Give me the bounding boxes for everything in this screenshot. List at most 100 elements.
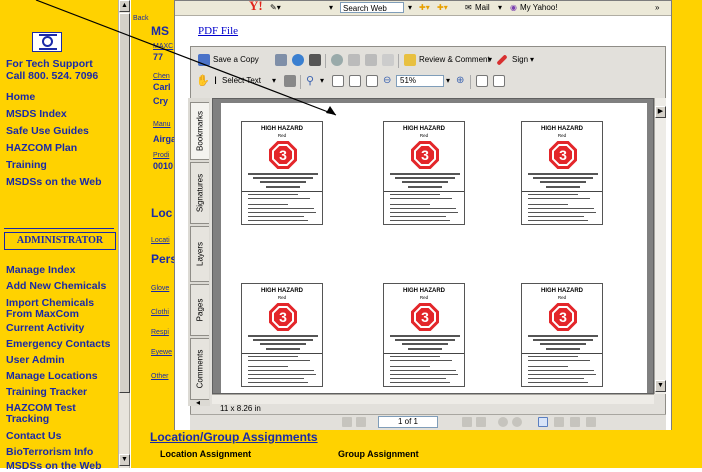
zoom-out-icon[interactable]: ⊖ <box>383 71 391 91</box>
nav-training[interactable]: Training <box>6 159 47 171</box>
facing-icon[interactable] <box>570 417 580 427</box>
maxcom-label[interactable]: MAXC <box>153 42 173 51</box>
forward-view-icon[interactable] <box>512 417 522 427</box>
nav-hazcom-plan[interactable]: HAZCOM Plan <box>6 142 77 154</box>
add-star-icon[interactable]: ✚▾ <box>437 2 448 13</box>
nav-training-tracker[interactable]: Training Tracker <box>6 386 87 398</box>
rotate-view-icon[interactable] <box>476 75 488 87</box>
search-web-button[interactable]: Search Web <box>340 2 404 13</box>
location-group-heading[interactable]: Location/Group Assignments <box>150 430 318 444</box>
scroll-up-arrow-icon[interactable]: ▲ <box>119 0 130 12</box>
back-link[interactable]: Back <box>133 14 149 23</box>
single-page-icon[interactable] <box>538 417 548 427</box>
undo-icon[interactable] <box>348 54 360 66</box>
sign-button[interactable]: Sign <box>512 50 528 70</box>
nav-add-new-chemicals[interactable]: Add New Chemicals <box>6 280 106 292</box>
divider <box>384 191 464 192</box>
nav-scrollbar[interactable]: ▲ ▼ <box>118 0 130 468</box>
last-page-icon[interactable] <box>476 417 486 427</box>
nav-import-chemicals-line2[interactable]: From MaxCom <box>6 308 79 320</box>
dropdown-arrow-icon[interactable]: ▾ <box>530 50 534 70</box>
prev-page-icon[interactable] <box>356 417 366 427</box>
other-link[interactable]: Other <box>151 372 169 381</box>
tab-layers[interactable]: Layers <box>190 226 209 282</box>
manufacturer-label[interactable]: Manu <box>153 120 171 129</box>
email-icon[interactable] <box>292 54 304 66</box>
zoom-in-plus-icon[interactable]: ⊕ <box>456 71 464 91</box>
nav-hazcom-test-line2[interactable]: Tracking <box>6 413 49 425</box>
scroll-thumb[interactable] <box>119 13 130 393</box>
clothing-link[interactable]: Clothi <box>151 308 169 317</box>
bookmark-plus-icon[interactable]: ✚▾ <box>419 2 430 13</box>
rotate-icon[interactable] <box>331 54 343 66</box>
nav-msds-on-web[interactable]: MSDSs on the Web <box>6 176 101 188</box>
gloves-link[interactable]: Glove <box>151 284 169 293</box>
chemical-label[interactable]: Chen <box>153 72 170 81</box>
nav-manage-index[interactable]: Manage Index <box>6 264 75 276</box>
continuous-facing-icon[interactable] <box>586 417 596 427</box>
location-link[interactable]: Locati <box>151 236 170 245</box>
product-label[interactable]: Prodi <box>153 151 169 160</box>
dropdown-arrow-icon[interactable]: ▾ <box>488 50 492 70</box>
actual-size-icon[interactable] <box>332 75 344 87</box>
scroll-up-arrow-icon[interactable]: ▶ <box>655 106 666 118</box>
pages-layout-icon[interactable] <box>493 75 505 87</box>
dropdown-arrow-icon[interactable]: ▾ <box>498 2 502 13</box>
dropdown-arrow-icon[interactable]: ▾ <box>320 71 324 91</box>
next-page-icon[interactable] <box>462 417 472 427</box>
my-yahoo-icon[interactable]: ◉ <box>510 2 517 13</box>
scroll-down-arrow-icon[interactable]: ▼ <box>119 454 130 466</box>
document-vscroll[interactable]: ▶ ▼ <box>654 98 666 394</box>
select-text-button[interactable]: Select Text <box>222 71 261 91</box>
text-cursor-icon[interactable]: I <box>214 71 217 91</box>
mail-icon[interactable]: ✉ <box>465 2 472 13</box>
hscroll-left-icon[interactable]: ◂ <box>196 398 208 408</box>
document-hscroll[interactable] <box>212 394 654 404</box>
save-icon[interactable] <box>198 54 210 66</box>
my-yahoo-link[interactable]: My Yahoo! <box>520 2 558 13</box>
back-view-icon[interactable] <box>498 417 508 427</box>
tab-bookmarks[interactable]: Bookmarks <box>190 102 209 160</box>
mail-link[interactable]: Mail <box>475 2 490 13</box>
hand-tool-icon[interactable]: ✋ <box>196 71 210 91</box>
dropdown-arrow-icon[interactable]: ▾ <box>446 71 450 91</box>
nav-safe-use-guides[interactable]: Safe Use Guides <box>6 125 89 137</box>
nav-emergency-contacts[interactable]: Emergency Contacts <box>6 338 110 350</box>
snapshot-icon[interactable] <box>284 75 296 87</box>
search-binoculars-icon[interactable] <box>309 54 321 66</box>
nav-manage-locations[interactable]: Manage Locations <box>6 370 98 382</box>
tab-pages[interactable]: Pages <box>190 284 209 336</box>
dropdown-arrow-icon[interactable]: ▾ <box>408 2 412 13</box>
redo-icon[interactable] <box>365 54 377 66</box>
dropdown-arrow-icon[interactable]: ▾ <box>272 71 276 91</box>
yahoo-logo[interactable]: Y! <box>249 0 263 12</box>
continuous-icon[interactable] <box>554 417 564 427</box>
pdf-file-link[interactable]: PDF File <box>198 25 238 37</box>
review-icon[interactable] <box>404 54 416 66</box>
nav-bioterrorism-info[interactable]: BioTerrorism Info <box>6 446 93 458</box>
fit-width-icon[interactable] <box>366 75 378 87</box>
nav-home[interactable]: Home <box>6 91 35 103</box>
tab-comments[interactable]: Comments <box>190 338 209 400</box>
zoom-input[interactable]: 51% <box>396 75 444 87</box>
nav-msds-index[interactable]: MSDS Index <box>6 108 67 120</box>
page-number-field[interactable]: 1 of 1 <box>378 416 438 428</box>
review-comment-button[interactable]: Review & Comment <box>419 50 490 70</box>
scroll-down-arrow-icon[interactable]: ▼ <box>655 380 666 392</box>
eyewear-link[interactable]: Eyewe <box>151 348 172 357</box>
toolbar-overflow[interactable]: » <box>655 2 659 13</box>
first-page-icon[interactable] <box>342 417 352 427</box>
print-icon[interactable] <box>275 54 287 66</box>
nav-msds-on-web-2[interactable]: MSDSs on the Web <box>6 460 101 472</box>
pencil-icon[interactable]: ✎▾ <box>270 2 281 13</box>
respirator-link[interactable]: Respi <box>151 328 169 337</box>
nav-current-activity[interactable]: Current Activity <box>6 322 84 334</box>
nav-user-admin[interactable]: User Admin <box>6 354 65 366</box>
dropdown-arrow-icon[interactable]: ▾ <box>329 2 333 13</box>
zoom-in-icon[interactable]: ⚲ <box>306 71 314 91</box>
tab-signatures[interactable]: Signatures <box>190 162 209 224</box>
nav-contact-us[interactable]: Contact Us <box>6 430 61 442</box>
fit-page-icon[interactable] <box>349 75 361 87</box>
save-copy-button[interactable]: Save a Copy <box>213 50 259 70</box>
page-icon[interactable] <box>382 54 394 66</box>
